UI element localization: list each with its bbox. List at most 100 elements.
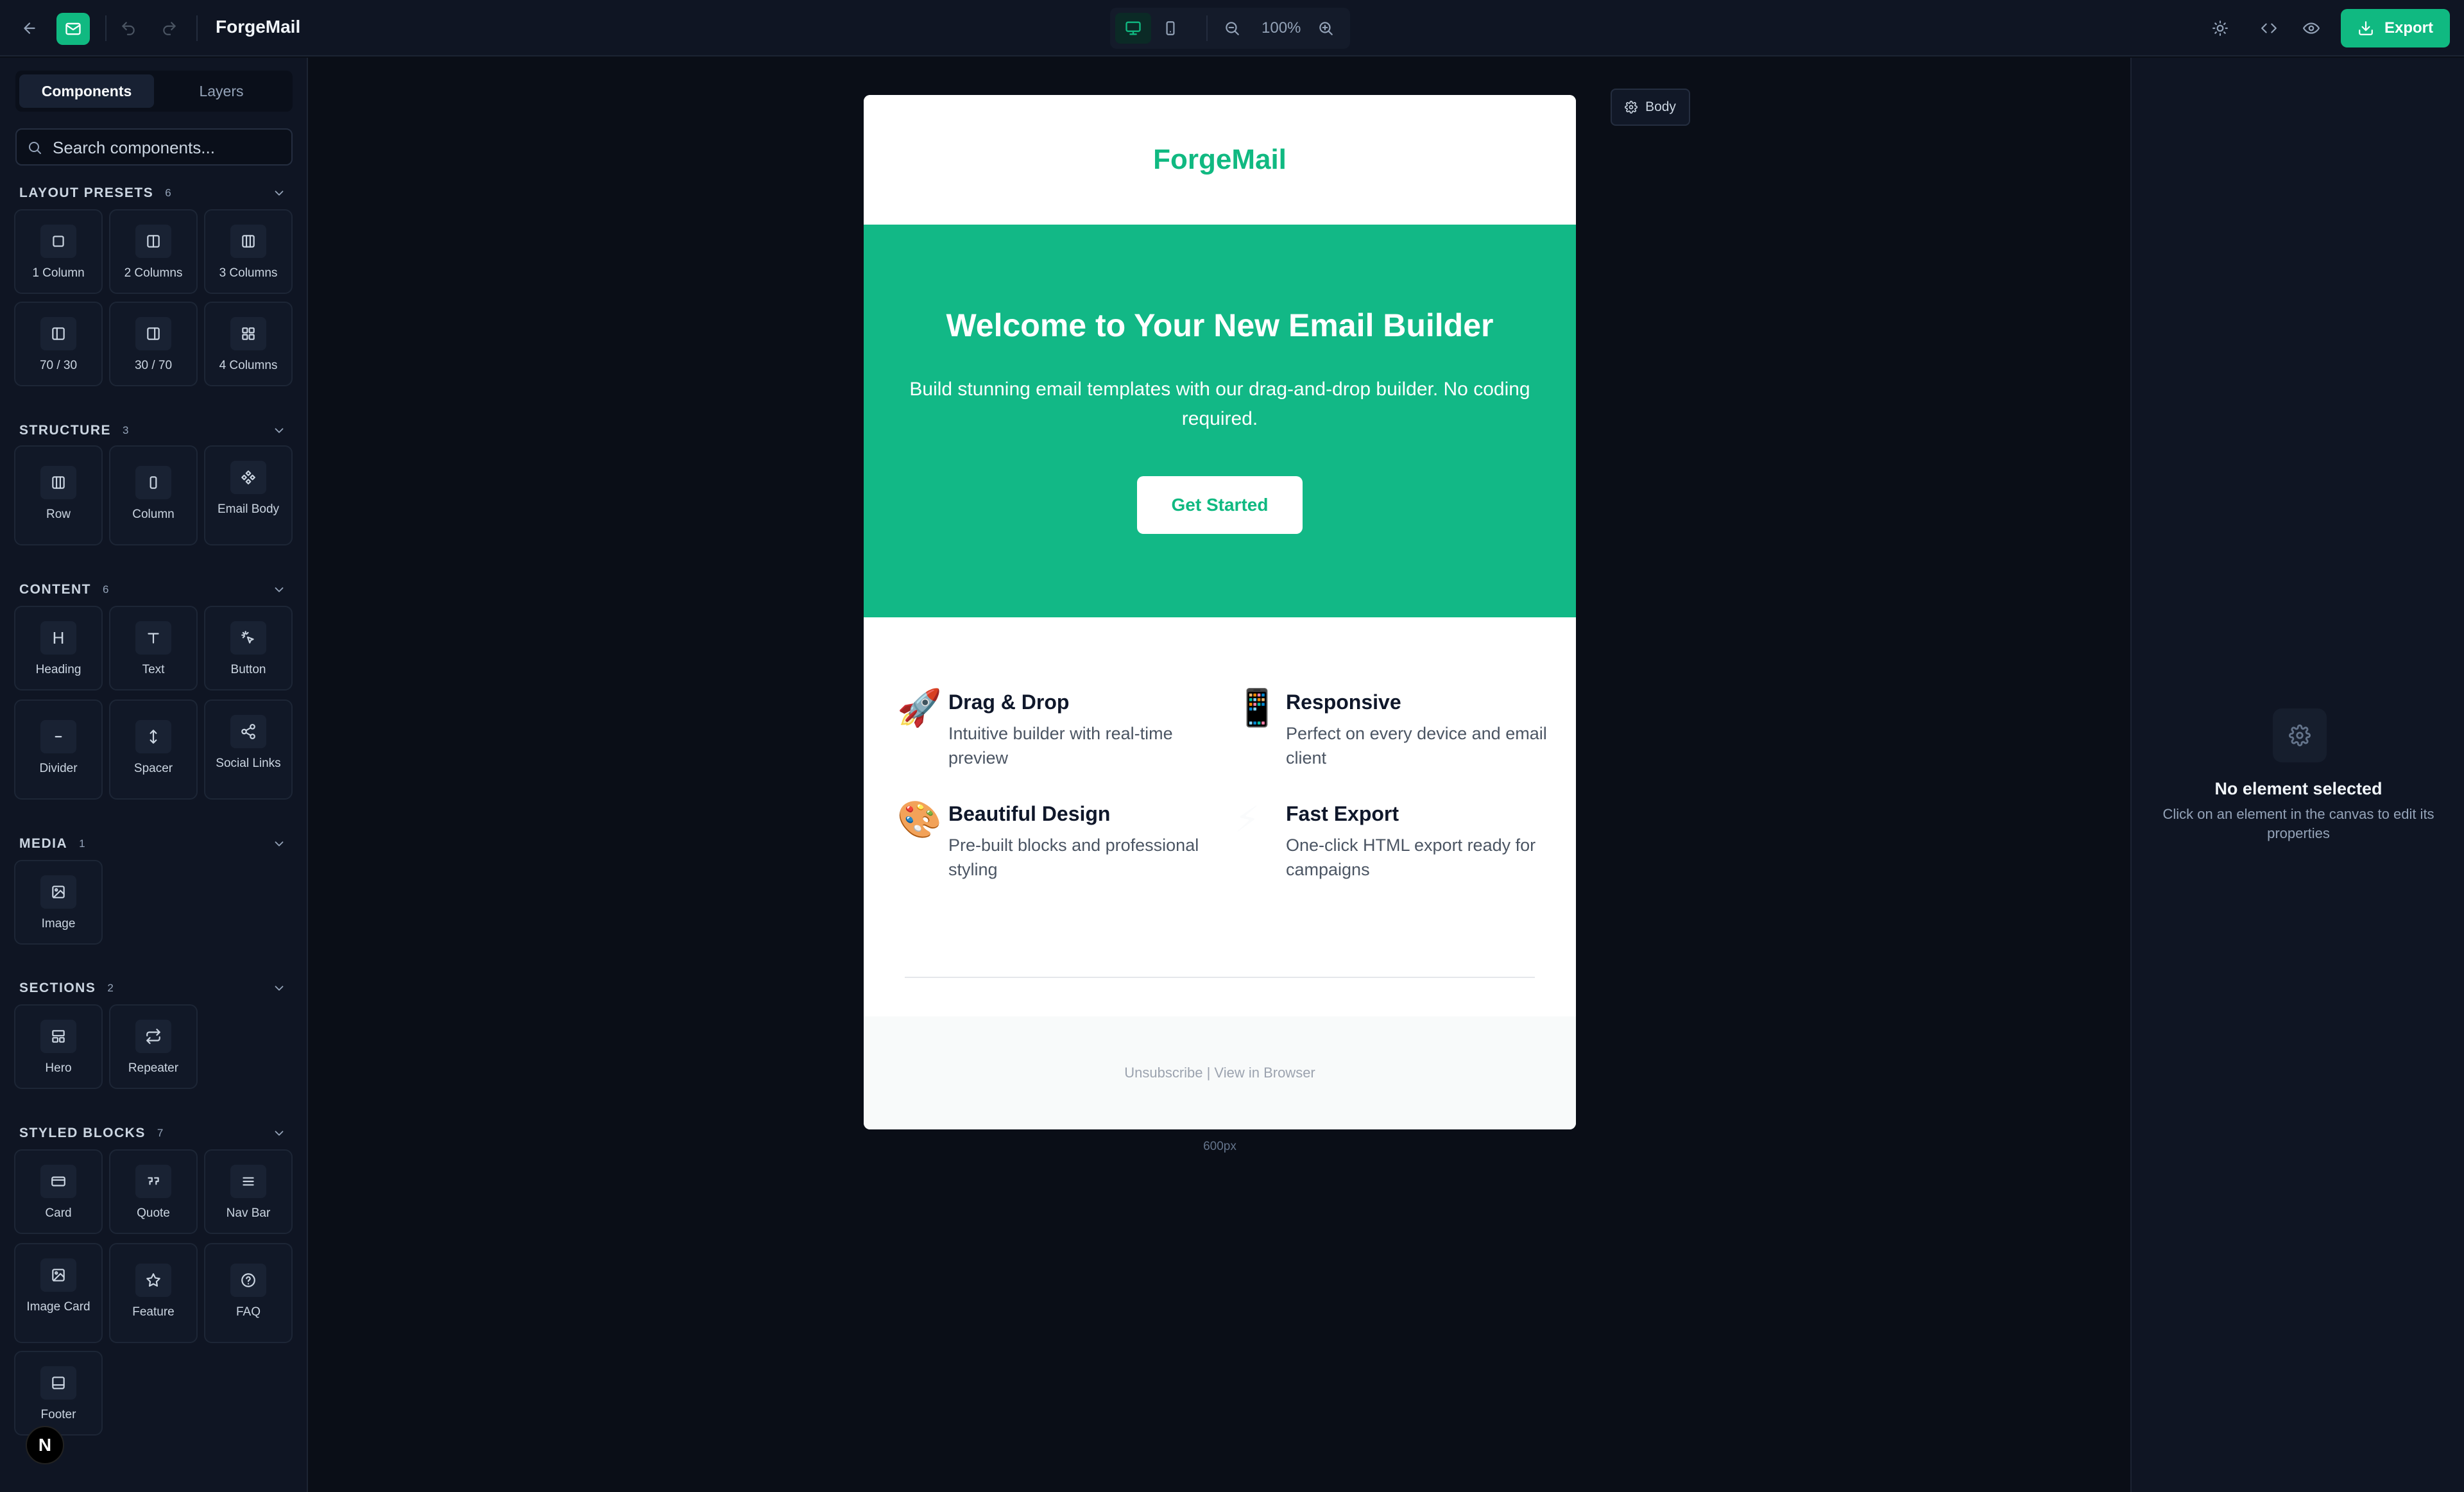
component-30-70[interactable]: 30 / 70: [109, 302, 198, 386]
credit-card-icon: [40, 1165, 76, 1198]
back-button[interactable]: [17, 15, 42, 41]
preview-button[interactable]: [2298, 15, 2324, 41]
quote-icon: [135, 1165, 171, 1198]
zoom-out-button[interactable]: [1219, 15, 1245, 41]
category-header[interactable]: LAYOUT PRESETS 6: [19, 184, 171, 203]
category-title: STYLED BLOCKS: [19, 1126, 146, 1140]
component-quote[interactable]: Quote: [109, 1149, 198, 1234]
dev-tools-avatar[interactable]: N: [26, 1426, 64, 1464]
email-header[interactable]: ForgeMail: [864, 95, 1576, 225]
lightning-icon: ⚡: [1235, 799, 1260, 839]
category-header[interactable]: SECTIONS 2: [19, 979, 114, 998]
category-count: 6: [103, 583, 109, 596]
empty-state-text: Click on an element in the canvas to edi…: [2162, 806, 2434, 841]
panel-left-icon: [40, 317, 76, 350]
feature-title: Fast Export: [1286, 802, 1399, 825]
minus-icon: [40, 720, 76, 753]
component-label: Button: [230, 663, 266, 676]
export-button[interactable]: Export: [2341, 9, 2450, 47]
email-preview[interactable]: ForgeMail Welcome to Your New Email Buil…: [864, 95, 1576, 1129]
share-icon: [230, 715, 266, 748]
component-label: Image Card: [26, 1300, 90, 1314]
component-card[interactable]: Card: [14, 1149, 103, 1234]
columns-3-icon: [40, 466, 76, 499]
redo-button[interactable]: [157, 15, 182, 41]
component-label: Repeater: [128, 1061, 179, 1075]
chevron-down-icon[interactable]: [272, 583, 286, 597]
component-column[interactable]: Column: [109, 445, 198, 545]
tab-components[interactable]: Components: [19, 74, 154, 108]
help-circle-icon: [230, 1264, 266, 1297]
component-footer[interactable]: Footer: [14, 1351, 103, 1436]
feature-desc: Perfect on every device and email client: [1286, 724, 1547, 767]
component-email-body[interactable]: Email Body: [204, 445, 293, 545]
component-faq[interactable]: FAQ: [204, 1243, 293, 1343]
chevron-down-icon[interactable]: [272, 1126, 286, 1140]
component-feature[interactable]: Feature: [109, 1243, 198, 1343]
columns-3-icon: [230, 225, 266, 258]
component-image[interactable]: Image: [14, 860, 103, 945]
component-text[interactable]: Text: [109, 606, 198, 690]
divider: [1206, 15, 1208, 41]
zoom-in-button[interactable]: [1313, 15, 1339, 41]
mobile-view-button[interactable]: [1152, 13, 1188, 44]
email-footer[interactable]: Unsubscribe | View in Browser: [864, 1016, 1576, 1129]
component-label: Hero: [45, 1061, 72, 1075]
component-label: Quote: [137, 1206, 170, 1220]
email-brand: ForgeMail: [1153, 144, 1287, 175]
component-repeater[interactable]: Repeater: [109, 1004, 198, 1089]
category-header[interactable]: STYLED BLOCKS 7: [19, 1124, 163, 1143]
category-header[interactable]: MEDIA 1: [19, 834, 85, 853]
component-row[interactable]: Row: [14, 445, 103, 545]
desktop-view-button[interactable]: [1115, 13, 1151, 44]
zoom-in-icon: [1319, 22, 1333, 35]
palette-icon: 🎨: [897, 799, 942, 839]
component-hero[interactable]: Hero: [14, 1004, 103, 1089]
component-heading[interactable]: H Heading: [14, 606, 103, 690]
star-icon: [135, 1264, 171, 1297]
feature-desc: One-click HTML export ready for campaign…: [1286, 836, 1536, 879]
body-settings-button[interactable]: Body: [1611, 89, 1690, 126]
column-icon: [135, 466, 171, 499]
undo-button[interactable]: [116, 15, 141, 41]
component-label: Image: [41, 917, 76, 930]
chevron-down-icon[interactable]: [272, 424, 286, 438]
download-icon: [2359, 21, 2373, 35]
code-view-button[interactable]: [2256, 15, 2282, 41]
component-nav-bar[interactable]: Nav Bar: [204, 1149, 293, 1234]
panel-right-icon: [135, 317, 171, 350]
component-label: Social Links: [216, 757, 281, 770]
component-2-columns[interactable]: 2 Columns: [109, 209, 198, 294]
chevron-down-icon[interactable]: [272, 837, 286, 851]
search-input[interactable]: [53, 135, 284, 160]
category-header[interactable]: CONTENT 6: [19, 580, 108, 599]
divider: [105, 15, 107, 41]
get-started-button[interactable]: Get Started: [1137, 476, 1303, 534]
component-spacer[interactable]: Spacer: [109, 699, 198, 800]
chevron-down-icon[interactable]: [272, 981, 286, 995]
component-4-columns[interactable]: 4 Columns: [204, 302, 293, 386]
component-3-columns[interactable]: 3 Columns: [204, 209, 293, 294]
category-count: 1: [79, 837, 85, 850]
feature-title: Beautiful Design: [948, 802, 1111, 825]
component-social-links[interactable]: Social Links: [204, 699, 293, 800]
component-divider[interactable]: Divider: [14, 699, 103, 800]
component-image-card[interactable]: Image Card: [14, 1243, 103, 1343]
tab-layers[interactable]: Layers: [154, 74, 289, 108]
component-label: Card: [45, 1206, 72, 1220]
email-divider[interactable]: [905, 977, 1535, 978]
component-label: 2 Columns: [124, 266, 183, 280]
component-1-column[interactable]: 1 Column: [14, 209, 103, 294]
component-button[interactable]: Button: [204, 606, 293, 690]
grid-icon: [230, 317, 266, 350]
component-70-30[interactable]: 70 / 30: [14, 302, 103, 386]
category-header[interactable]: STRUCTURE 3: [19, 421, 128, 440]
email-hero[interactable]: Welcome to Your New Email Builder Build …: [864, 225, 1576, 617]
footer-links[interactable]: Unsubscribe | View in Browser: [1124, 1065, 1315, 1081]
properties-panel: No element selected Click on an element …: [2130, 58, 2464, 1492]
pointer-click-icon: [230, 621, 266, 655]
square-icon: [40, 225, 76, 258]
chevron-down-icon[interactable]: [272, 186, 286, 200]
components-sidebar: Components Layers LAYOUT PRESETS 6 1 Col…: [0, 58, 308, 1492]
theme-toggle-button[interactable]: [2207, 15, 2233, 41]
